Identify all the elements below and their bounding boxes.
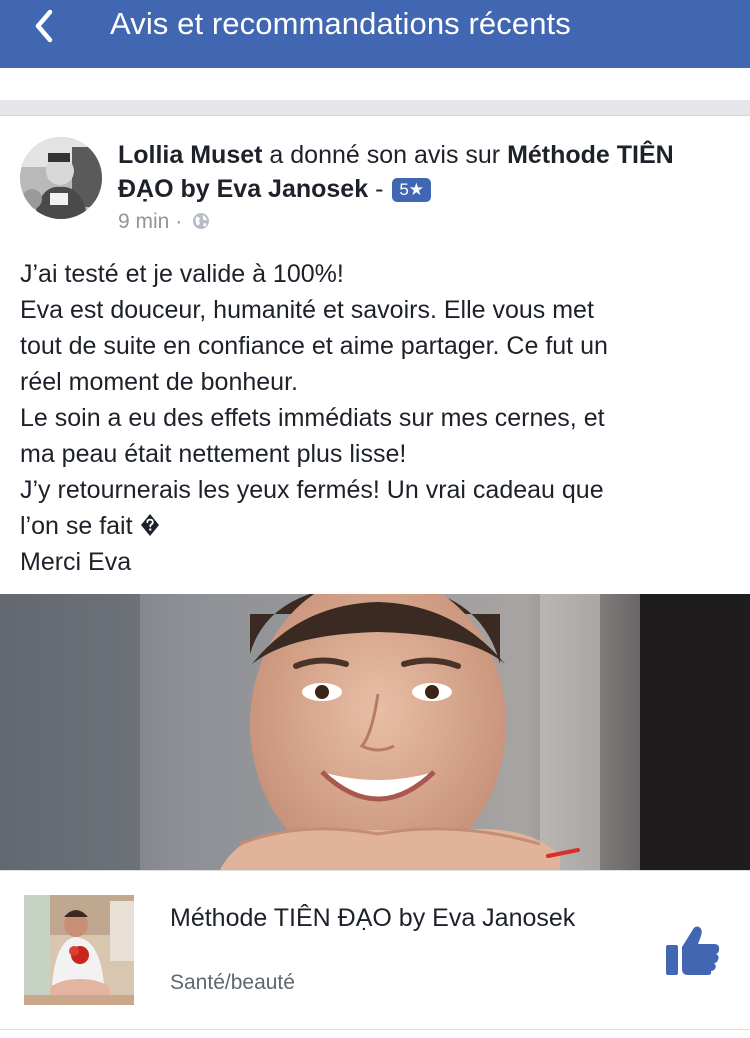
rating-badge: 5★ bbox=[392, 178, 432, 202]
chevron-left-icon bbox=[35, 9, 53, 43]
portrait-image bbox=[0, 594, 750, 870]
post-header: Lollia Muset a donné son avis sur Méthod… bbox=[118, 138, 718, 206]
action-text: a donné son avis sur bbox=[262, 141, 508, 169]
review-line: J’ai testé et je valide à 100%! bbox=[20, 260, 344, 288]
top-spacer bbox=[0, 68, 750, 100]
globe-icon bbox=[193, 213, 210, 229]
avatar-photo bbox=[20, 137, 102, 219]
page-thumbnail[interactable] bbox=[24, 895, 134, 1005]
page-card[interactable]: Méthode TIÊN ĐẠO by Eva Janosek Santé/be… bbox=[0, 870, 750, 1030]
review-line: tout de suite en confiance et aime parta… bbox=[20, 332, 608, 360]
review-line: Merci Eva bbox=[20, 548, 132, 576]
post-timestamp[interactable]: 9 min bbox=[118, 210, 169, 233]
review-line: Le soin a eu des effets immédiats sur me… bbox=[20, 404, 605, 432]
review-line: ma peau était nettement plus lisse! bbox=[20, 440, 407, 468]
page-title: Avis et recommandations récents bbox=[110, 6, 571, 41]
review-line-with-emoji: l’on se fait bbox=[20, 508, 735, 544]
like-page-button[interactable] bbox=[664, 923, 722, 977]
review-line: réel moment de bonheur. bbox=[20, 368, 298, 396]
review-line: J’y retournerais les yeux fermés! Un vra… bbox=[20, 476, 604, 504]
section-divider bbox=[0, 100, 750, 116]
page-category: Santé/beauté bbox=[170, 971, 295, 994]
top-bar: Avis et recommandations récents bbox=[0, 0, 750, 68]
review-line: l’on se fait bbox=[20, 512, 133, 540]
page-thumbnail-image bbox=[24, 895, 134, 1005]
review-photo[interactable] bbox=[0, 594, 750, 870]
page-card-name[interactable]: Méthode TIÊN ĐẠO by Eva Janosek bbox=[170, 901, 590, 935]
review-post: Lollia Muset a donné son avis sur Méthod… bbox=[0, 116, 750, 594]
post-meta: 9 min · bbox=[118, 210, 210, 234]
author-name[interactable]: Lollia Muset bbox=[118, 141, 262, 169]
back-button[interactable] bbox=[26, 4, 70, 48]
avatar[interactable] bbox=[20, 137, 102, 219]
review-text: J’ai testé et je valide à 100%! Eva est … bbox=[20, 256, 735, 580]
thumbs-up-icon bbox=[666, 926, 720, 975]
unsupported-emoji-icon bbox=[140, 514, 159, 536]
header-dash: - bbox=[368, 175, 391, 203]
meta-separator: · bbox=[169, 210, 189, 233]
review-line: Eva est douceur, humanité et savoirs. El… bbox=[20, 296, 594, 324]
